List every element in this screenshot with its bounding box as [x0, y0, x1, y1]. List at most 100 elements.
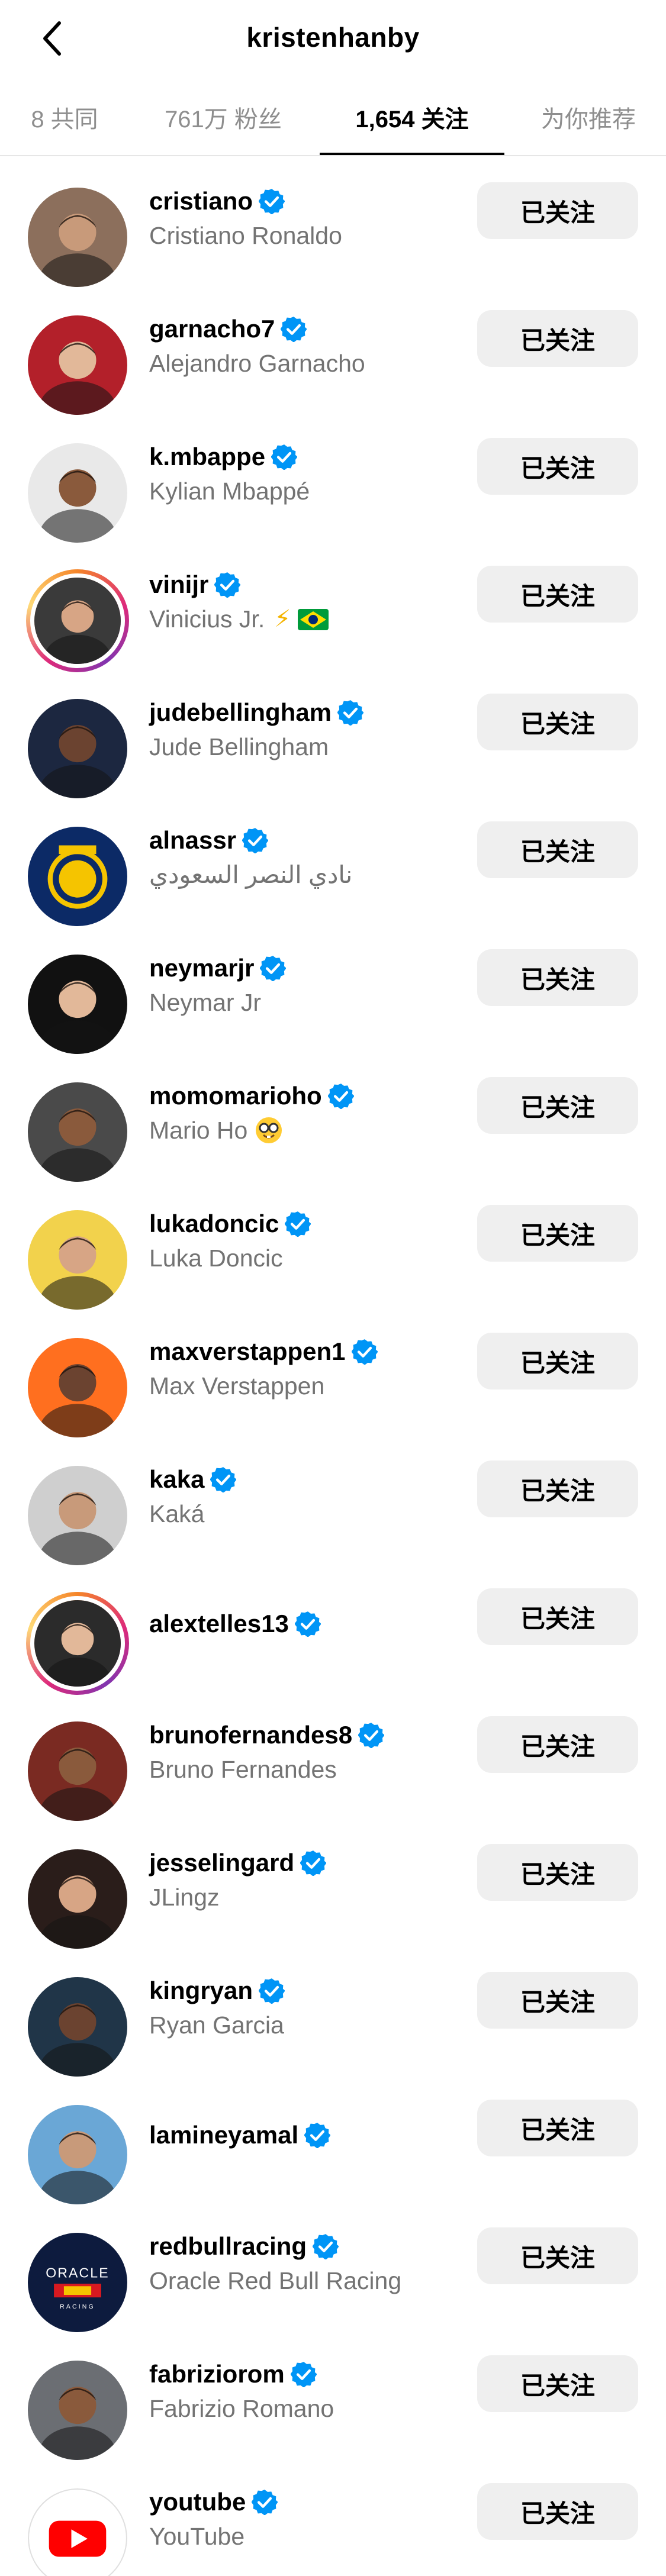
verified-badge-icon	[271, 444, 298, 470]
account-names: lukadoncic Luka Doncic	[149, 1206, 469, 1275]
username[interactable]: jesselingard	[149, 1845, 469, 1881]
username[interactable]: vinijr	[149, 567, 469, 602]
following-button[interactable]: 已关注	[477, 1461, 638, 1517]
following-button[interactable]: 已关注	[477, 1972, 638, 2029]
avatar[interactable]	[26, 1336, 129, 1439]
following-button[interactable]: 已关注	[477, 949, 638, 1006]
account-names: garnacho7 Alejandro Garnacho	[149, 311, 469, 380]
avatar[interactable]	[26, 2487, 129, 2576]
brazil-flag-icon	[298, 608, 329, 630]
username[interactable]: kaka	[149, 1462, 469, 1497]
account-names: judebellingham Jude Bellingham	[149, 695, 469, 763]
following-button[interactable]: 已关注	[477, 2483, 638, 2540]
list-item[interactable]: youtube YouTube 已关注	[0, 2459, 666, 2576]
tab-following[interactable]: 1,654 关注	[335, 99, 489, 135]
following-button[interactable]: 已关注	[477, 1588, 638, 1645]
avatar[interactable]	[26, 953, 129, 1056]
list-item[interactable]: ORACLE RACING redbullracing Oracle Red Bull…	[0, 2204, 666, 2332]
list-item[interactable]: kaka Kaká 已关注	[0, 1437, 666, 1565]
list-item[interactable]: maxverstappen1 Max Verstappen 已关注	[0, 1309, 666, 1437]
username[interactable]: momomarioho	[149, 1078, 469, 1114]
username-text: vinijr	[149, 570, 209, 598]
list-item[interactable]: fabriziorom Fabrizio Romano 已关注	[0, 2332, 666, 2462]
avatar[interactable]	[26, 186, 129, 289]
username[interactable]: lukadoncic	[149, 1206, 469, 1242]
username-text: brunofernandes8	[149, 1721, 353, 1749]
following-button[interactable]: 已关注	[477, 1333, 638, 1389]
username[interactable]: k.mbappe	[149, 439, 469, 475]
account-names: kingryan Ryan Garcia	[149, 1973, 469, 2042]
avatar[interactable]	[26, 569, 129, 672]
avatar[interactable]	[26, 1720, 129, 1823]
list-item[interactable]: cristiano Cristiano Ronaldo 已关注	[0, 159, 666, 289]
username[interactable]: cristiano	[149, 183, 469, 219]
avatar[interactable]	[26, 1975, 129, 2078]
list-item[interactable]: vinijr Vinicius Jr. ⚡ 已关注	[0, 542, 666, 672]
avatar[interactable]	[26, 1848, 129, 1950]
username-text: maxverstappen1	[149, 1337, 346, 1365]
username[interactable]: garnacho7	[149, 311, 469, 347]
following-button[interactable]: 已关注	[477, 566, 638, 623]
tab-suggested[interactable]: 为你推荐	[529, 99, 648, 135]
avatar[interactable]	[26, 441, 129, 544]
list-item[interactable]: k.mbappe Kylian Mbappé 已关注	[0, 414, 666, 544]
username[interactable]: brunofernandes8	[149, 1717, 469, 1753]
avatar[interactable]	[26, 314, 129, 417]
username-text: neymarjr	[149, 954, 255, 982]
avatar[interactable]	[26, 1081, 129, 1184]
username[interactable]: redbullracing	[149, 2229, 469, 2264]
list-item[interactable]: garnacho7 Alejandro Garnacho 已关注	[0, 286, 666, 417]
verified-badge-icon	[280, 316, 308, 343]
username-text: alextelles13	[149, 1610, 289, 1637]
full-name: Max Verstappen	[149, 1369, 469, 1403]
username[interactable]: kingryan	[149, 1973, 469, 2008]
avatar[interactable]	[26, 825, 129, 928]
list-item[interactable]: brunofernandes8 Bruno Fernandes 已关注	[0, 1692, 666, 1823]
list-item[interactable]: alnassr نادي النصر السعودي 已关注	[0, 798, 666, 926]
list-item[interactable]: neymarjr Neymar Jr 已关注	[0, 926, 666, 1056]
following-button[interactable]: 已关注	[477, 2100, 638, 2156]
username[interactable]: youtube	[149, 2484, 469, 2520]
username[interactable]: fabriziorom	[149, 2356, 469, 2392]
tab-followers[interactable]: 761万 粉丝	[155, 99, 291, 135]
username[interactable]: judebellingham	[149, 695, 469, 730]
list-item[interactable]: lamineyamal 已关注	[0, 2076, 666, 2204]
list-item[interactable]: lukadoncic Luka Doncic 已关注	[0, 1181, 666, 1311]
avatar[interactable]	[26, 1464, 129, 1567]
list-item[interactable]: alextelles13 已关注	[0, 1565, 666, 1695]
list-item[interactable]: kingryan Ryan Garcia 已关注	[0, 1948, 666, 2078]
avatar-image	[28, 443, 127, 543]
following-button[interactable]: 已关注	[477, 821, 638, 878]
list-item[interactable]: momomarioho Mario Ho 已关注	[0, 1053, 666, 1184]
following-button[interactable]: 已关注	[477, 438, 638, 495]
following-button[interactable]: 已关注	[477, 1716, 638, 1773]
avatar[interactable]	[26, 2103, 129, 2206]
following-button[interactable]: 已关注	[477, 310, 638, 367]
avatar[interactable]	[26, 697, 129, 800]
avatar[interactable]	[26, 1208, 129, 1311]
following-button[interactable]: 已关注	[477, 2355, 638, 2412]
following-button[interactable]: 已关注	[477, 1077, 638, 1134]
username[interactable]: alextelles13	[149, 1606, 469, 1642]
username[interactable]: lamineyamal	[149, 2117, 469, 2153]
list-item[interactable]: judebellingham Jude Bellingham 已关注	[0, 670, 666, 798]
following-button[interactable]: 已关注	[477, 182, 638, 239]
username[interactable]: alnassr	[149, 823, 469, 858]
avatar[interactable]	[26, 1592, 129, 1695]
following-button[interactable]: 已关注	[477, 1205, 638, 1262]
list-item[interactable]: jesselingard JLingz 已关注	[0, 1820, 666, 1950]
username-text: judebellingham	[149, 698, 332, 726]
tab-mutual[interactable]: 8 共同	[26, 99, 103, 135]
username[interactable]: neymarjr	[149, 950, 469, 986]
full-name: Neymar Jr	[149, 986, 469, 1019]
following-button[interactable]: 已关注	[477, 694, 638, 750]
account-names: maxverstappen1 Max Verstappen	[149, 1334, 469, 1403]
avatar[interactable]: ORACLE RACING	[26, 2231, 129, 2334]
following-button[interactable]: 已关注	[477, 2227, 638, 2284]
avatar[interactable]	[26, 2359, 129, 2462]
following-button[interactable]: 已关注	[477, 1844, 638, 1901]
active-tab-indicator	[320, 153, 504, 155]
verified-badge-icon	[337, 699, 364, 726]
username[interactable]: maxverstappen1	[149, 1334, 469, 1369]
username-text: kingryan	[149, 1977, 253, 2004]
